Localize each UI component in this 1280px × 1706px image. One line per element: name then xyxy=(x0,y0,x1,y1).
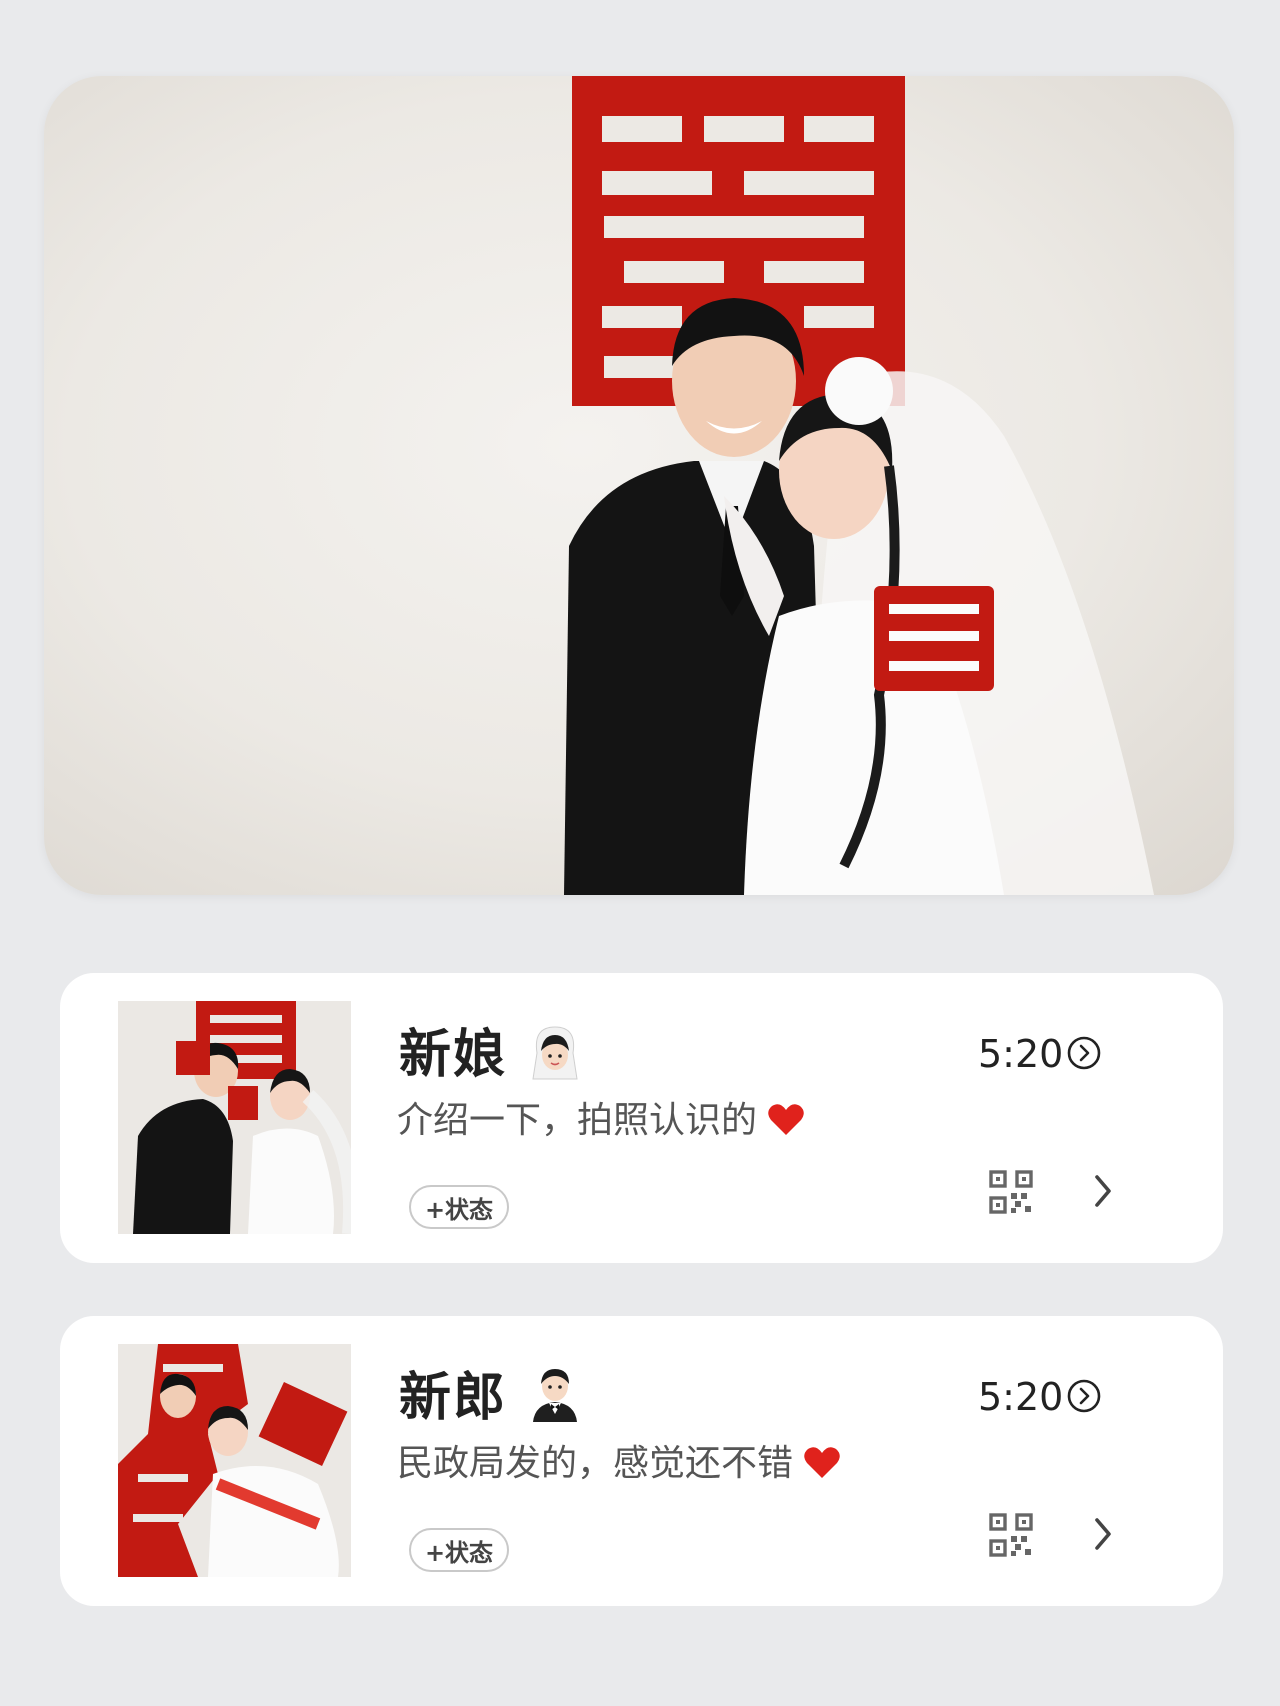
status-time: 5:20 xyxy=(978,1032,1064,1076)
hero-photo-illustration xyxy=(564,76,1154,895)
status-message-text: 介绍一下，拍照认识的 xyxy=(397,1100,758,1141)
bride-avatar-photo[interactable] xyxy=(118,1001,351,1234)
contact-card-bride[interactable]: 新娘 介绍一下，拍照认识的 5:20 +状态 xyxy=(60,973,1223,1263)
page: 新娘 介绍一下，拍照认识的 5:20 +状态 新郎 民政局发的，感觉还不错 5:… xyxy=(0,0,1280,1706)
qr-code-icon[interactable] xyxy=(988,1169,1034,1215)
chevron-circle-icon[interactable] xyxy=(1066,1035,1102,1071)
red-heart-icon xyxy=(768,1104,804,1135)
chevron-right-icon[interactable] xyxy=(1090,1169,1116,1213)
chevron-right-icon[interactable] xyxy=(1090,1512,1116,1556)
status-message-text: 民政局发的，感觉还不错 xyxy=(397,1443,794,1484)
add-status-button[interactable]: +状态 xyxy=(409,1528,509,1572)
status-time: 5:20 xyxy=(978,1375,1064,1419)
groom-avatar-illustration xyxy=(118,1344,351,1577)
hero-wedding-photo xyxy=(44,76,1234,895)
contact-name: 新郎 xyxy=(399,1368,508,1428)
red-heart-icon xyxy=(804,1447,840,1478)
contact-card-groom[interactable]: 新郎 民政局发的，感觉还不错 5:20 +状态 xyxy=(60,1316,1223,1606)
groom-avatar-photo[interactable] xyxy=(118,1344,351,1577)
add-status-button[interactable]: +状态 xyxy=(409,1185,509,1229)
contact-name: 新娘 xyxy=(399,1025,508,1085)
status-message: 介绍一下，拍照认识的 xyxy=(397,1099,805,1142)
bride-avatar-illustration xyxy=(118,1001,351,1234)
chevron-circle-icon[interactable] xyxy=(1066,1378,1102,1414)
groom-emoji-icon xyxy=(533,1369,577,1422)
qr-code-icon[interactable] xyxy=(988,1512,1034,1558)
bride-emoji-icon xyxy=(532,1026,578,1080)
status-message: 民政局发的，感觉还不错 xyxy=(397,1442,841,1485)
